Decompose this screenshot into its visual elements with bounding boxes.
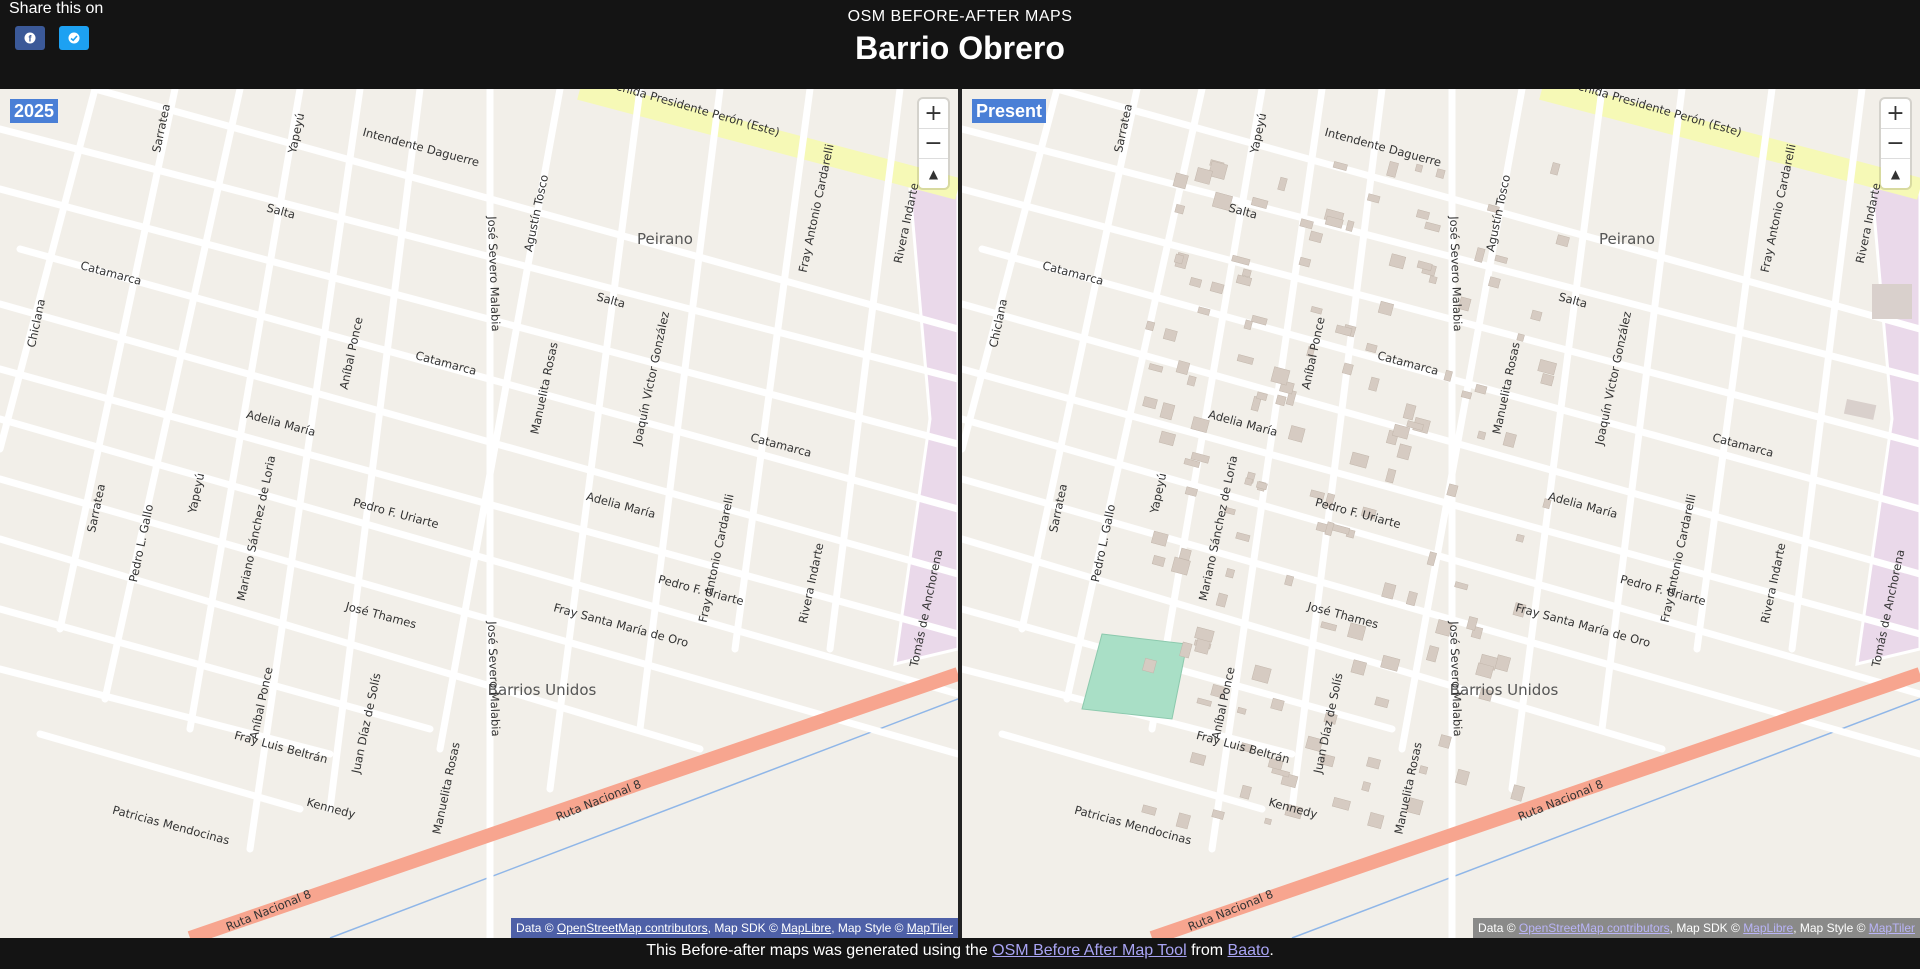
page-kicker: OSM BEFORE-AFTER MAPS: [847, 8, 1073, 25]
map-canvas-before[interactable]: PeiranoBarrios UnidosAvenida Presidente …: [0, 89, 958, 938]
neighborhood-label: Barrios Unidos: [488, 681, 597, 699]
maplibre-link[interactable]: MapLibre: [1743, 921, 1793, 935]
footer-text: .: [1269, 942, 1274, 959]
compass-icon: ▲: [928, 166, 939, 181]
attrib-text: , Map Style ©: [1793, 921, 1869, 935]
building: [1418, 765, 1429, 775]
attrib-text: , Map SDK ©: [1669, 921, 1744, 935]
baato-link[interactable]: Baato: [1228, 942, 1270, 959]
tool-link[interactable]: OSM Before After Map Tool: [992, 942, 1186, 959]
map-after[interactable]: Peirano Barrios Unidos Avenida Presidente …: [962, 89, 1920, 938]
zoom-controls: + − ▲: [919, 99, 948, 188]
zoom-in-button[interactable]: +: [919, 99, 948, 129]
map-before[interactable]: Peirano Barrios Unidos Avenida Presidente …: [0, 89, 958, 938]
building: [1515, 533, 1525, 543]
footer-text: This Before-after maps was generated usi…: [646, 942, 993, 959]
page-title: Barrio Obrero: [855, 30, 1065, 66]
footer-text: from: [1186, 942, 1228, 959]
neighborhood-label: Peirano: [637, 230, 693, 248]
building: [1428, 275, 1438, 285]
building: [1872, 284, 1912, 319]
page-footer: This Before-after maps was generated usi…: [0, 942, 1920, 960]
osm-link[interactable]: OpenStreetMap contributors: [1519, 921, 1670, 935]
map-before-badge: 2025: [10, 99, 59, 123]
building: [1516, 333, 1525, 342]
attrib-text: , Map SDK ©: [707, 921, 782, 935]
map-after-badge: Present: [972, 99, 1047, 123]
attrib-text: Data ©: [516, 921, 557, 935]
building: [1476, 430, 1487, 440]
compass-button[interactable]: ▲: [1881, 159, 1910, 188]
attrib-text: Data ©: [1478, 921, 1519, 935]
attrib-text: , Map Style ©: [831, 921, 907, 935]
zoom-out-button[interactable]: −: [919, 129, 948, 159]
compass-icon: ▲: [1890, 166, 1901, 181]
maplibre-link[interactable]: MapLibre: [781, 921, 831, 935]
maptiler-link[interactable]: MapTiler: [1869, 921, 1915, 935]
page-header: OSM BEFORE-AFTER MAPS Barrio Obrero: [0, 8, 1920, 67]
compass-button[interactable]: ▲: [919, 159, 948, 188]
zoom-in-button[interactable]: +: [1881, 99, 1910, 129]
zoom-out-button[interactable]: −: [1881, 129, 1910, 159]
map-attribution: Data © OpenStreetMap contributors, Map S…: [511, 918, 958, 938]
map-comparison: Peirano Barrios Unidos Avenida Presidente …: [0, 89, 1920, 938]
osm-link[interactable]: OpenStreetMap contributors: [557, 921, 708, 935]
map-attribution: Data © OpenStreetMap contributors, Map S…: [1473, 918, 1920, 938]
map-canvas-after[interactable]: PeiranoBarrios UnidosAvenida Presidente …: [962, 89, 1920, 938]
neighborhood-label: Peirano: [1599, 230, 1655, 248]
neighborhood-label: Barrios Unidos: [1450, 681, 1559, 699]
zoom-controls: + − ▲: [1881, 99, 1910, 188]
building: [1174, 203, 1186, 215]
maptiler-link[interactable]: MapTiler: [907, 921, 953, 935]
